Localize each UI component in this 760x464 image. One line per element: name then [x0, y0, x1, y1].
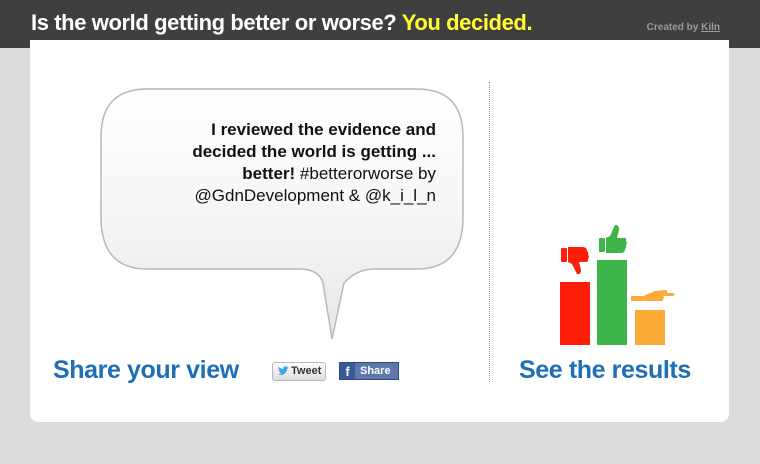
- facebook-share-button[interactable]: f Share: [339, 362, 399, 380]
- tweet-line-3-bold: better!: [242, 164, 296, 183]
- worse-bar: [560, 282, 590, 345]
- tweet-text: I reviewed the evidence and decided the …: [122, 119, 436, 207]
- see-results-link[interactable]: See the results: [519, 356, 691, 385]
- thumbs-sideways-icon: [631, 290, 675, 301]
- credit-name[interactable]: Kiln: [701, 22, 720, 33]
- share-your-view-link[interactable]: Share your view: [53, 356, 239, 385]
- facebook-icon: f: [340, 363, 355, 379]
- main-card: I reviewed the evidence and decided the …: [30, 40, 729, 422]
- twitter-bird-icon: [278, 366, 289, 375]
- thumbs-up-icon: [599, 224, 627, 253]
- credit-link[interactable]: Created by Kiln: [647, 22, 720, 33]
- thumbs-down-icon: [561, 247, 589, 275]
- tweet-button-label: Tweet: [291, 365, 322, 377]
- section-divider: [489, 82, 490, 382]
- results-chart-icon[interactable]: [555, 215, 680, 345]
- title-question: Is the world getting better or worse?: [31, 10, 397, 35]
- tweet-line-2: decided the world is getting ...: [192, 142, 436, 161]
- tweet-line-1: I reviewed the evidence and: [211, 120, 436, 139]
- tweet-line-4: @GdnDevelopment & @k_i_l_n: [194, 186, 436, 205]
- credit-prefix: Created by: [646, 22, 699, 33]
- tweet-line-3: #betterorworse by: [295, 164, 436, 183]
- title-decided: You decided.: [401, 10, 533, 35]
- facebook-share-label: Share: [360, 365, 391, 377]
- page-title: Is the world getting better or worse? Yo…: [31, 10, 533, 36]
- better-bar: [597, 260, 627, 345]
- same-bar: [635, 310, 665, 345]
- tweet-button[interactable]: Tweet: [272, 362, 326, 381]
